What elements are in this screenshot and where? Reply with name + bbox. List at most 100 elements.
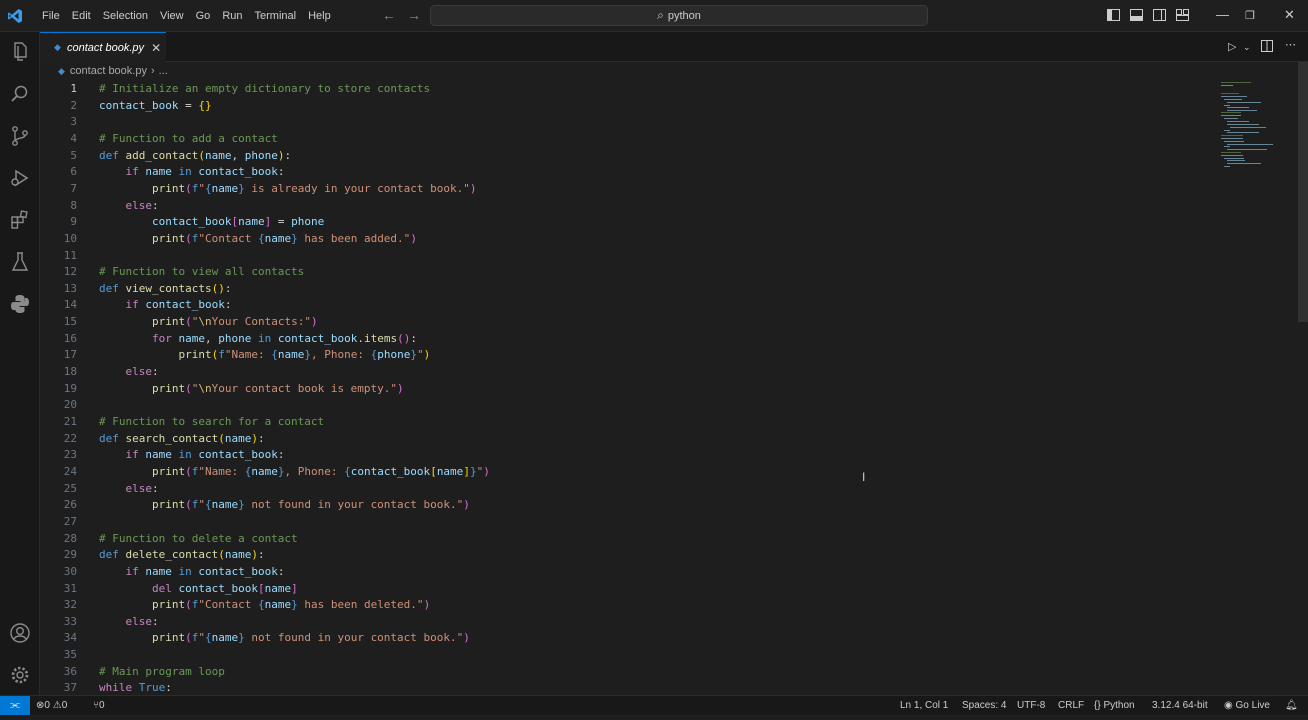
code-token: )	[423, 598, 431, 612]
run-debug-icon[interactable]	[8, 166, 32, 190]
testing-flask-icon[interactable]	[8, 250, 32, 274]
extensions-icon[interactable]	[8, 208, 32, 232]
customize-layout-icon[interactable]	[1176, 9, 1189, 21]
code-token: :	[277, 448, 285, 462]
breadcrumb-file[interactable]: contact book.py	[70, 65, 147, 77]
encoding[interactable]: UTF-8	[1017, 696, 1045, 715]
line-number: 10	[63, 231, 77, 245]
line-number: 9	[70, 215, 77, 229]
vertical-scrollbar[interactable]	[1298, 62, 1308, 322]
code-token: print	[151, 381, 186, 395]
notifications-bell-icon[interactable]: 🔔︎	[1285, 696, 1298, 715]
cursor-position[interactable]: Ln 1, Col 1	[900, 696, 948, 715]
split-editor-icon[interactable]	[1261, 40, 1273, 52]
ports-count: 0	[99, 700, 105, 711]
menu-edit[interactable]: Edit	[66, 5, 97, 27]
ports-status[interactable]: ⑂0	[93, 696, 105, 715]
code-token: ()	[397, 331, 411, 345]
python-file-icon: ◆	[58, 65, 65, 76]
line-number: 22	[63, 431, 77, 445]
title-bar: File Edit Selection View Go Run Terminal Help ←…	[0, 0, 1308, 32]
menu-terminal[interactable]: Terminal	[249, 5, 303, 27]
menu-selection[interactable]: Selection	[97, 5, 154, 27]
code-editor[interactable]: 1 # Initialize an empty dictionary to sto…	[40, 80, 1220, 695]
code-token: in	[171, 564, 199, 578]
code-text: if name in contact_book:	[99, 563, 285, 580]
restore-icon[interactable]: ❐	[1245, 9, 1255, 22]
menu-file[interactable]: File	[36, 5, 66, 27]
code-token: contact_book	[99, 98, 179, 112]
command-center-search[interactable]: ⌕ python	[430, 5, 928, 26]
python-icon[interactable]	[8, 292, 32, 316]
code-token: while	[99, 681, 139, 695]
close-window-icon[interactable]: ✕	[1284, 7, 1295, 23]
code-token: (	[185, 381, 192, 395]
code-text: else:	[99, 197, 159, 214]
line-ending[interactable]: CRLF	[1058, 696, 1084, 715]
code-token: ()	[211, 281, 225, 295]
code-token: }	[238, 181, 245, 195]
line-number: 15	[63, 315, 77, 329]
code-text: del contact_book[name]	[99, 580, 298, 597]
tab-contact-book[interactable]: ◆ contact book.py ✕	[40, 32, 166, 62]
minimize-icon[interactable]: —	[1216, 7, 1229, 22]
indentation[interactable]: Spaces: 4	[962, 696, 1006, 715]
minimap[interactable]	[1218, 80, 1298, 180]
code-token: contact_book	[198, 564, 278, 578]
run-python-file-icon[interactable]: ▷	[1228, 40, 1236, 53]
code-token: )	[463, 631, 470, 645]
run-dropdown-chevron-icon[interactable]: ⌄	[1243, 42, 1251, 53]
more-actions-icon[interactable]: ⋯	[1285, 38, 1296, 51]
problems-status[interactable]: ⊗0 ⚠0	[36, 696, 67, 715]
menu-help[interactable]: Help	[302, 5, 337, 27]
source-control-icon[interactable]	[8, 124, 32, 148]
code-token: ,	[231, 148, 245, 162]
search-view-icon[interactable]	[8, 82, 32, 106]
code-token: phone	[377, 348, 411, 362]
back-arrow-icon[interactable]: ←	[382, 7, 396, 23]
settings-gear-icon[interactable]	[8, 663, 32, 687]
code-token: :	[257, 548, 265, 562]
forward-arrow-icon[interactable]: →	[407, 7, 421, 23]
line-number: 16	[63, 331, 77, 345]
breadcrumb-ellipsis[interactable]: ...	[159, 65, 168, 77]
code-text: print("\nYour contact book is empty.")	[99, 380, 404, 397]
menu-run[interactable]: Run	[216, 5, 248, 27]
explorer-icon[interactable]	[8, 40, 32, 64]
toggle-secondary-sidebar-icon[interactable]	[1153, 9, 1166, 21]
toggle-panel-icon[interactable]	[1130, 9, 1143, 21]
line-number: 25	[63, 481, 77, 495]
go-live-button[interactable]: ◉ Go Live	[1224, 696, 1270, 715]
go-live-label: Go Live	[1235, 700, 1270, 711]
interpreter-version[interactable]: 3.12.4 64-bit	[1152, 696, 1208, 715]
code-token: :	[152, 614, 159, 628]
code-text: def delete_contact(name):	[99, 546, 265, 563]
tab-close-icon[interactable]: ✕	[151, 41, 161, 55]
code-token: :	[152, 481, 159, 495]
code-token: phone	[218, 331, 252, 345]
code-token: print	[151, 181, 186, 195]
code-text: for name, phone in contact_book.items():	[99, 330, 417, 347]
line-number: 36	[63, 664, 77, 678]
menu-view[interactable]: View	[154, 5, 190, 27]
code-token: if	[125, 298, 146, 312]
language-mode[interactable]: {} Python	[1094, 696, 1135, 715]
code-token: def	[99, 281, 126, 295]
code-token: (	[185, 631, 192, 645]
code-token: =	[178, 98, 199, 112]
code-token: ,	[204, 331, 219, 345]
code-token: )	[397, 381, 404, 395]
accounts-icon[interactable]	[8, 621, 32, 645]
code-text: print(f"Name: {name}, Phone: {phone}")	[99, 346, 430, 363]
menu-go[interactable]: Go	[190, 5, 217, 27]
remote-indicator-icon[interactable]: ⫘	[0, 696, 30, 716]
code-token: name	[211, 181, 239, 195]
code-token: name	[145, 564, 172, 578]
code-text: print(f"Contact {name} has been deleted.…	[99, 596, 430, 613]
code-token: is already in your contact book."	[244, 181, 470, 195]
toggle-primary-sidebar-icon[interactable]	[1107, 9, 1120, 21]
